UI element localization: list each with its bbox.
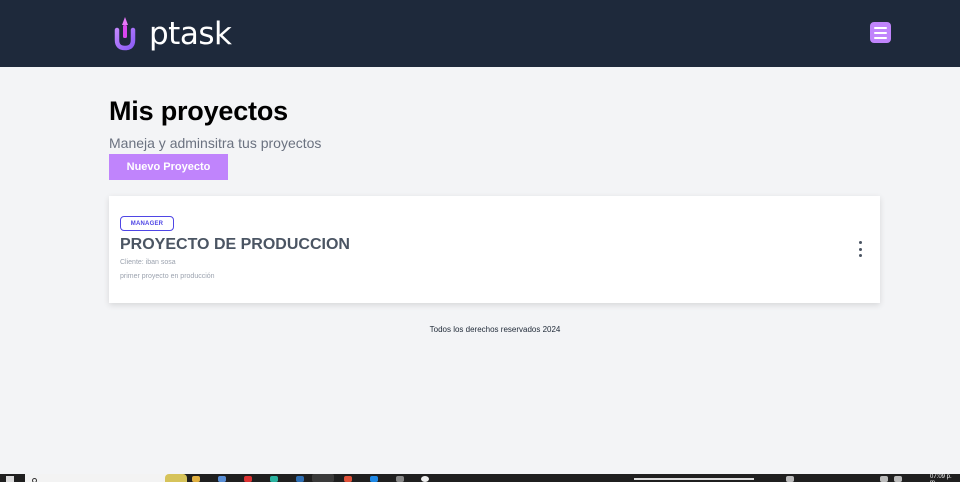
- hamburger-menu-icon: [874, 26, 887, 29]
- taskbar-progress-indicator: [634, 478, 754, 480]
- role-badge: MANAGER: [120, 216, 174, 231]
- taskbar-app-icon[interactable]: [270, 476, 278, 482]
- vertical-ellipsis-icon-dot: [858, 247, 862, 251]
- vscode-icon[interactable]: [370, 476, 378, 482]
- hamburger-menu-button[interactable]: [870, 22, 891, 43]
- chrome-active-icon[interactable]: [312, 474, 334, 482]
- taskbar-search-box[interactable]: [25, 474, 187, 482]
- search-icon: [32, 478, 37, 482]
- vertical-ellipsis-icon: [858, 241, 862, 244]
- project-description: primer proyecto en producción: [120, 273, 215, 280]
- hamburger-menu-icon-bar: [874, 31, 887, 34]
- vertical-ellipsis-icon-dot: [858, 254, 862, 257]
- volume-icon[interactable]: [894, 476, 902, 482]
- file-explorer-icon[interactable]: [192, 476, 200, 482]
- windows-start-icon[interactable]: [6, 476, 14, 482]
- taskbar-app-icon[interactable]: [396, 476, 404, 482]
- project-options-button[interactable]: [854, 241, 866, 257]
- tray-icon[interactable]: [786, 476, 794, 482]
- page-subtitle: Maneja y adminsitra tus proyectos: [109, 135, 322, 151]
- page-title: Mis proyectos: [109, 96, 288, 126]
- taskbar-app-icon[interactable]: [218, 476, 226, 482]
- project-name-link[interactable]: PROYECTO DE PRODUCCION: [120, 236, 350, 254]
- top-navbar: ptask: [0, 0, 960, 67]
- opera-browser-icon[interactable]: [244, 476, 252, 482]
- hamburger-menu-icon-bar: [874, 36, 887, 39]
- new-project-button[interactable]: Nuevo Proyecto: [109, 154, 228, 180]
- taskbar-app-icon[interactable]: [421, 476, 429, 482]
- project-card: MANAGER PROYECTO DE PRODUCCION Cliente: …: [109, 196, 880, 303]
- os-taskbar: 07:09 p. m.: [0, 474, 960, 482]
- uptask-logo[interactable]: ptask: [112, 14, 232, 54]
- taskbar-app-icon[interactable]: [296, 476, 304, 482]
- taskbar-clock[interactable]: 07:09 p. m.: [930, 474, 960, 482]
- logo-text: ptask: [149, 16, 232, 52]
- footer-copyright: Todos los derechos reservados 2024: [429, 325, 561, 334]
- search-highlight-icon: [165, 474, 187, 482]
- project-client: Cliente: iban sosa: [120, 259, 176, 266]
- network-icon[interactable]: [880, 476, 888, 482]
- logo-u-icon: [114, 17, 136, 54]
- taskbar-app-icon[interactable]: [344, 476, 352, 482]
